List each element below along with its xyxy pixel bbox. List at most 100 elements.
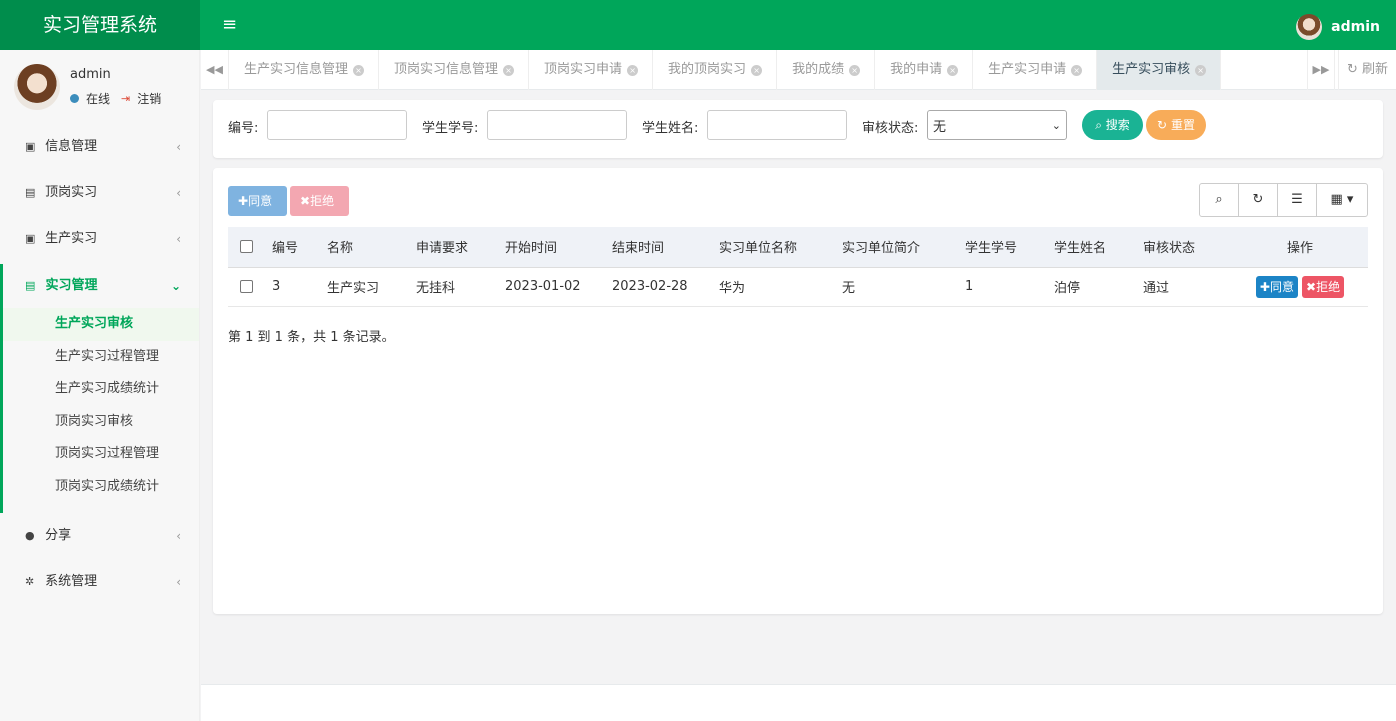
refresh-icon[interactable]: ↻ <box>1239 184 1278 216</box>
column-header[interactable]: 开始时间 <box>505 227 612 268</box>
column-header[interactable]: 学生学号 <box>965 227 1054 268</box>
column-header[interactable]: 审核状态 <box>1143 227 1232 268</box>
sidebar-item-label: 分享 <box>45 527 72 543</box>
close-icon[interactable]: × <box>627 65 639 76</box>
tab-my-scores[interactable]: 我的成绩 × <box>777 50 876 90</box>
sidebar-item-topgang-internship[interactable]: ▤ 顶岗实习 ‹ <box>0 170 199 216</box>
chevron-left-icon: ‹ <box>176 186 181 200</box>
tab-production-apply[interactable]: 生产实习申请 × <box>973 50 1098 90</box>
close-icon[interactable]: × <box>751 65 763 76</box>
user-status: 在线 ⇥ 注销 <box>70 90 161 107</box>
sidebar-item-label: 生产实习 <box>45 231 98 246</box>
column-header[interactable]: 实习单位简介 <box>842 227 965 268</box>
id-label: 编号: <box>228 121 259 136</box>
sidebar-subitem-topgang-review[interactable]: 顶岗实习审核 <box>3 406 199 439</box>
close-icon[interactable]: × <box>1195 65 1207 76</box>
status-select-value: 无 <box>933 119 947 135</box>
sidebar-item-system-management[interactable]: ✲ 系统管理 ‹ <box>0 559 199 605</box>
chevron-left-icon: ‹ <box>176 528 181 543</box>
tab-label: 我的成绩 <box>792 62 845 77</box>
row-select-cell <box>228 267 272 307</box>
id-card-icon: ▤ <box>25 186 36 199</box>
status-select[interactable]: 无 ⌄ <box>927 110 1067 140</box>
sidebar-subitem-production-scores[interactable]: 生产实习成绩统计 <box>3 373 199 406</box>
sidebar-item-label: 系统管理 <box>45 573 98 589</box>
batch-agree-button[interactable]: ✚同意 <box>228 186 287 216</box>
search-icon: ⌕ <box>1095 118 1102 132</box>
column-header[interactable]: 实习单位名称 <box>719 227 842 268</box>
reset-button[interactable]: ↻ 重置 <box>1146 110 1206 140</box>
chevron-down-icon: ⌄ <box>170 279 181 293</box>
search-icon[interactable]: ⌕ <box>1200 184 1239 216</box>
sidebar-item-label: 顶岗实习 <box>45 185 98 200</box>
top-header: 实习管理系统 ≡ admin <box>0 0 1396 50</box>
sidebar: admin 在线 ⇥ 注销 ▣ 信息管理 ‹ ▤ 顶岗实习 ‹ ▣ 生产实习 ‹… <box>0 50 200 721</box>
pagination-info: 第 1 到 1 条，共 1 条记录。 <box>228 330 395 345</box>
id-input[interactable] <box>267 110 407 140</box>
plus-icon: ✚ <box>1259 279 1270 294</box>
column-header[interactable]: 名称 <box>327 227 416 268</box>
tabs-scroll-right-icon[interactable]: ▶▶ <box>1307 50 1335 90</box>
close-icon[interactable]: × <box>1071 65 1083 76</box>
student-no-input[interactable] <box>487 110 627 140</box>
table-cell: 华为 <box>719 267 842 307</box>
sidebar-submenu: 生产实习审核 生产实习过程管理 生产实习成绩统计 顶岗实习审核 顶岗实习过程管理… <box>0 308 199 513</box>
sidebar-subitem-topgang-process[interactable]: 顶岗实习过程管理 <box>3 438 199 471</box>
sidebar-item-share[interactable]: ● 分享 ‹ <box>0 513 199 559</box>
sidebar-item-production-internship[interactable]: ▣ 生产实习 ‹ <box>0 216 199 262</box>
tab-my-applications[interactable]: 我的申请 × <box>875 50 974 90</box>
sidebar-subitem-topgang-scores[interactable]: 顶岗实习成绩统计 <box>3 471 199 504</box>
sidebar-subitem-production-process[interactable]: 生产实习过程管理 <box>3 341 199 374</box>
tab-production-review[interactable]: 生产实习审核 × <box>1097 50 1222 90</box>
search-button[interactable]: ⌕ 搜索 <box>1082 110 1143 140</box>
row-reject-button[interactable]: ✖拒绝 <box>1302 275 1345 298</box>
tabs-scroll-left-icon[interactable]: ◀◀ <box>201 50 229 90</box>
tab-my-topgang[interactable]: 我的顶岗实习 × <box>653 50 778 90</box>
close-icon[interactable]: × <box>503 65 515 76</box>
list-icon[interactable]: ☰ <box>1278 184 1317 216</box>
row-agree-button[interactable]: ✚同意 <box>1255 275 1298 298</box>
gear-icon: ✲ <box>25 574 35 588</box>
refresh-label: 刷新 <box>1362 62 1389 77</box>
tab-bar: ◀◀ 生产实习信息管理 × 顶岗实习信息管理 × 顶岗实习申请 × 我的顶岗实习 × 我… <box>201 50 1396 90</box>
student-name-label: 学生姓名: <box>642 121 699 136</box>
column-header[interactable]: 结束时间 <box>612 227 719 268</box>
close-icon: ✖ <box>1306 279 1317 294</box>
header-user-menu[interactable]: admin <box>1296 13 1380 41</box>
tab-label: 顶岗实习信息管理 <box>394 62 499 77</box>
tab-production-info[interactable]: 生产实习信息管理 × <box>229 50 380 90</box>
select-all-checkbox[interactable] <box>240 240 253 254</box>
app-title[interactable]: 实习管理系统 <box>0 0 200 50</box>
search-panel: 编号: 学生学号: 学生姓名: 审核状态: 无 ⌄ ⌕ 搜索 ↻ 重置 <box>213 100 1383 158</box>
batch-reject-button[interactable]: ✖拒绝 <box>290 186 349 216</box>
tab-topgang-info[interactable]: 顶岗实习信息管理 × <box>379 50 530 90</box>
column-header[interactable]: 学生姓名 <box>1054 227 1143 268</box>
menu-toggle-icon[interactable]: ≡ <box>222 12 244 38</box>
table-toolbar: ⌕ ↻ ☰ ▦ ▾ <box>1199 183 1368 217</box>
table-cell: 2023-02-28 <box>612 267 719 307</box>
close-icon[interactable]: × <box>849 65 861 76</box>
refresh-button[interactable]: ↻ 刷新 <box>1338 50 1396 90</box>
student-name-input[interactable] <box>707 110 847 140</box>
sidebar-subitem-production-review[interactable]: 生产实习审核 <box>3 308 199 341</box>
columns-icon[interactable]: ▦ ▾ <box>1317 184 1367 216</box>
refresh-icon: ↻ <box>1157 118 1168 132</box>
avatar <box>14 64 60 110</box>
sidebar-nav: ▣ 信息管理 ‹ ▤ 顶岗实习 ‹ ▣ 生产实习 ‹ ▤ 实习管理 ⌄ 生产实习… <box>0 124 199 605</box>
refresh-icon: ↻ <box>1346 62 1358 77</box>
tab-label: 我的申请 <box>890 62 943 77</box>
sidebar-item-info-management[interactable]: ▣ 信息管理 ‹ <box>0 124 199 170</box>
chevron-left-icon: ‹ <box>176 232 181 246</box>
column-header[interactable]: 申请要求 <box>416 227 505 268</box>
row-checkbox[interactable] <box>240 280 253 293</box>
column-header[interactable]: 编号 <box>272 227 327 268</box>
close-icon[interactable]: × <box>947 65 959 76</box>
tab-topgang-apply[interactable]: 顶岗实习申请 × <box>529 50 654 90</box>
close-icon[interactable]: × <box>353 65 365 76</box>
logout-link[interactable]: 注销 <box>137 90 161 107</box>
comment-icon: ● <box>25 528 35 542</box>
table-cell: 1 <box>965 267 1054 307</box>
logout-icon[interactable]: ⇥ <box>121 92 130 105</box>
sidebar-item-internship-management[interactable]: ▤ 实习管理 ⌄ <box>0 264 199 308</box>
table-row[interactable]: 3 生产实习 无挂科 2023-01-02 2023-02-28 华为 无 1 … <box>228 267 1368 307</box>
